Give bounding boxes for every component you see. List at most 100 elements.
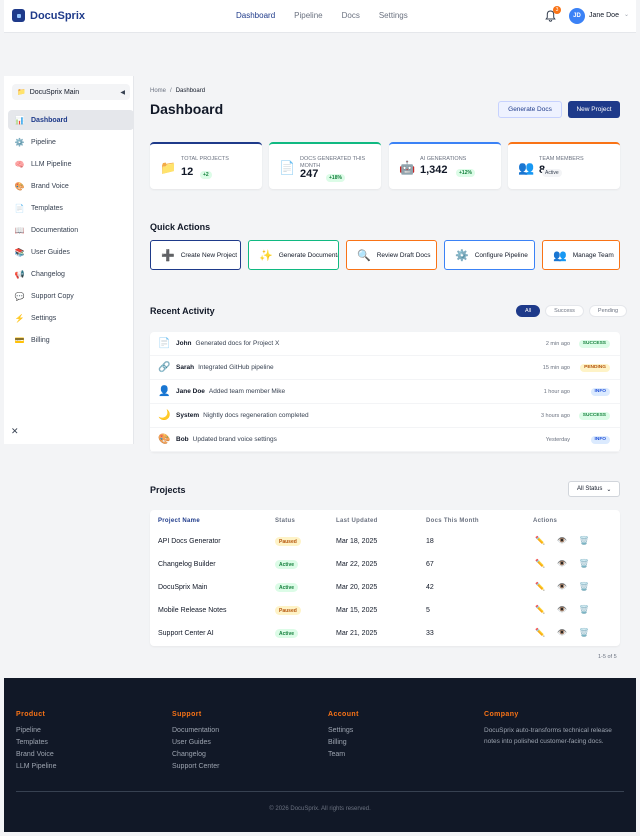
nav-pipeline[interactable]: Pipeline [294, 11, 322, 20]
avatar[interactable]: JD [569, 8, 585, 24]
activity-time: 15 min ago [542, 364, 570, 371]
footer-link[interactable]: Documentation [172, 725, 219, 737]
quick-action-create-new-project[interactable]: ➕ Create New Project [150, 240, 241, 270]
close-icon[interactable]: ✕ [11, 426, 19, 437]
footer-copyright: © 2026 DocuSprix. All rights reserved. [269, 806, 371, 812]
user-name[interactable]: Jane Doe [589, 12, 619, 19]
eye-icon[interactable]: 👁️ [557, 536, 567, 545]
last-updated: Mar 22, 2025 [336, 561, 378, 568]
docs-count: 42 [426, 584, 434, 591]
collapse-icon[interactable]: ◀ [120, 89, 125, 96]
trash-icon[interactable]: 🗑️ [579, 536, 589, 545]
sidebar-item-label: Documentation [31, 226, 79, 234]
sidebar-item-dashboard[interactable]: 📊 Dashboard [8, 110, 134, 130]
project-name[interactable]: Changelog Builder [158, 561, 216, 568]
filter-success[interactable]: Success [545, 305, 584, 317]
quick-action-manage-team[interactable]: 👥 Manage Team [542, 240, 620, 270]
sidebar-item-label: Settings [31, 315, 57, 323]
sidebar-item-billing[interactable]: 💳 Billing [8, 331, 134, 351]
sidebar-item-brand-voice[interactable]: 🎨 Brand Voice [8, 176, 134, 196]
project-name[interactable]: DocuSprix Main [158, 584, 207, 591]
edit-icon[interactable]: ✏️ [535, 536, 545, 545]
sidebar-item-llm-pipeline[interactable]: 🧠 LLM Pipeline [8, 154, 134, 174]
edit-icon[interactable]: ✏️ [535, 628, 545, 637]
eye-icon[interactable]: 👁️ [557, 628, 567, 637]
col-last-updated[interactable]: Last Updated [336, 518, 378, 524]
stat-value: 247 [300, 168, 319, 180]
activity-description: System Nightly docs regeneration complete… [176, 412, 309, 419]
col-project-name[interactable]: Project Name [158, 518, 200, 524]
table-row[interactable]: Changelog Builder Active Mar 22, 2025 67 ✏️ 👁… [150, 554, 620, 577]
folder-icon: 📁 [17, 89, 26, 96]
footer-link[interactable]: LLM Pipeline [16, 761, 56, 773]
project-name[interactable]: API Docs Generator [158, 538, 221, 545]
project-name[interactable]: Mobile Release Notes [158, 607, 226, 614]
trash-icon[interactable]: 🗑️ [579, 582, 589, 591]
footer-link[interactable]: Templates [16, 737, 56, 749]
activity-description: John Generated docs for Project X [176, 340, 279, 347]
edit-icon[interactable]: ✏️ [535, 582, 545, 591]
status-badge: Pending [580, 363, 610, 372]
nav-docs[interactable]: Docs [342, 11, 360, 20]
new-project-button[interactable]: New Project [568, 101, 620, 118]
trash-icon[interactable]: 🗑️ [579, 628, 589, 637]
col-docs-this-month[interactable]: Docs This Month [426, 518, 479, 524]
nav-settings[interactable]: Settings [379, 11, 408, 20]
footer-product: Product Pipeline Templates Brand Voice LLM P… [16, 711, 56, 773]
edit-icon[interactable]: ✏️ [535, 605, 545, 614]
activity-user: Bob [176, 436, 189, 443]
quick-action-review-draft-docs[interactable]: 🔍 Review Draft Docs [346, 240, 437, 270]
eye-icon[interactable]: 👁️ [557, 559, 567, 568]
lightning-icon: ⚡ [14, 314, 25, 324]
filter-pending[interactable]: Pending [588, 305, 628, 317]
eye-icon[interactable]: 👁️ [557, 582, 567, 591]
sidebar-item-support-copy[interactable]: 💬 Support Copy [8, 287, 134, 307]
moon-icon: 🌙 [158, 410, 171, 421]
recent-activity-title: Recent Activity [150, 306, 215, 316]
notifications-button[interactable]: 3 [545, 6, 561, 22]
quick-action-label: Review Draft Docs [376, 251, 431, 259]
workspace-name: DocuSprix Main [29, 88, 80, 96]
table-row[interactable]: API Docs Generator Paused Mar 18, 2025 18 ✏️… [150, 531, 620, 554]
footer-link[interactable]: Pipeline [16, 725, 56, 737]
footer-link[interactable]: Brand Voice [16, 749, 56, 761]
generate-docs-button[interactable]: Generate Docs [498, 101, 562, 118]
table-row[interactable]: Support Center AI Active Mar 21, 2025 33 ✏️ 👁… [150, 623, 620, 646]
status-badge: Paused [275, 606, 301, 615]
sidebar-item-documentation[interactable]: 📖 Documentation [8, 220, 134, 240]
footer-link[interactable]: Billing [328, 737, 359, 749]
sidebar-item-user-guides[interactable]: 📚 User Guides [8, 243, 134, 263]
status-badge: Active [275, 629, 299, 638]
eye-icon[interactable]: 👁️ [557, 605, 567, 614]
sidebar-item-pipeline[interactable]: ⚙️ Pipeline [8, 132, 134, 152]
workspace-switcher[interactable]: 📁 DocuSprix Main ◀ [12, 84, 130, 100]
trash-icon[interactable]: 🗑️ [579, 559, 589, 568]
footer-link[interactable]: Changelog [172, 749, 219, 761]
table-row[interactable]: Mobile Release Notes Paused Mar 15, 2025 5 ✏… [150, 600, 620, 623]
docs-count: 18 [426, 538, 434, 545]
status-filter-select[interactable]: All Status ⌄ [568, 481, 620, 497]
project-name[interactable]: Support Center AI [158, 630, 214, 637]
footer-link[interactable]: User Guides [172, 737, 219, 749]
robot-icon: 🤖 [399, 160, 416, 175]
stat-badge: +12% [456, 169, 475, 177]
logo[interactable]: DocuSprix [12, 9, 85, 22]
breadcrumb-home[interactable]: Home [150, 88, 166, 94]
quick-action-configure-pipeline[interactable]: ⚙️ Configure Pipeline [444, 240, 535, 270]
list-item: 🌙 3 hours ago Success System Nightly docs re… [150, 404, 620, 428]
table-row[interactable]: DocuSprix Main Active Mar 20, 2025 42 ✏️ 👁️ 🗑️ [150, 577, 620, 600]
col-status[interactable]: Status [275, 518, 295, 524]
sidebar-item-settings[interactable]: ⚡ Settings [8, 309, 134, 329]
sidebar-item-changelog[interactable]: 📢 Changelog [8, 265, 134, 285]
stat-label: AI Generations [420, 156, 467, 162]
sidebar-item-templates[interactable]: 📄 Templates [8, 198, 134, 218]
quick-action-generate-documentation[interactable]: ✨ Generate Documentation [248, 240, 339, 270]
footer-link[interactable]: Support Center [172, 761, 219, 773]
nav-dashboard[interactable]: Dashboard [236, 11, 275, 20]
footer-link[interactable]: Team [328, 749, 359, 761]
footer-link[interactable]: Settings [328, 725, 359, 737]
trash-icon[interactable]: 🗑️ [579, 605, 589, 614]
chevron-down-icon[interactable]: ⌄ [624, 11, 629, 18]
edit-icon[interactable]: ✏️ [535, 559, 545, 568]
filter-all[interactable]: All [516, 305, 541, 317]
